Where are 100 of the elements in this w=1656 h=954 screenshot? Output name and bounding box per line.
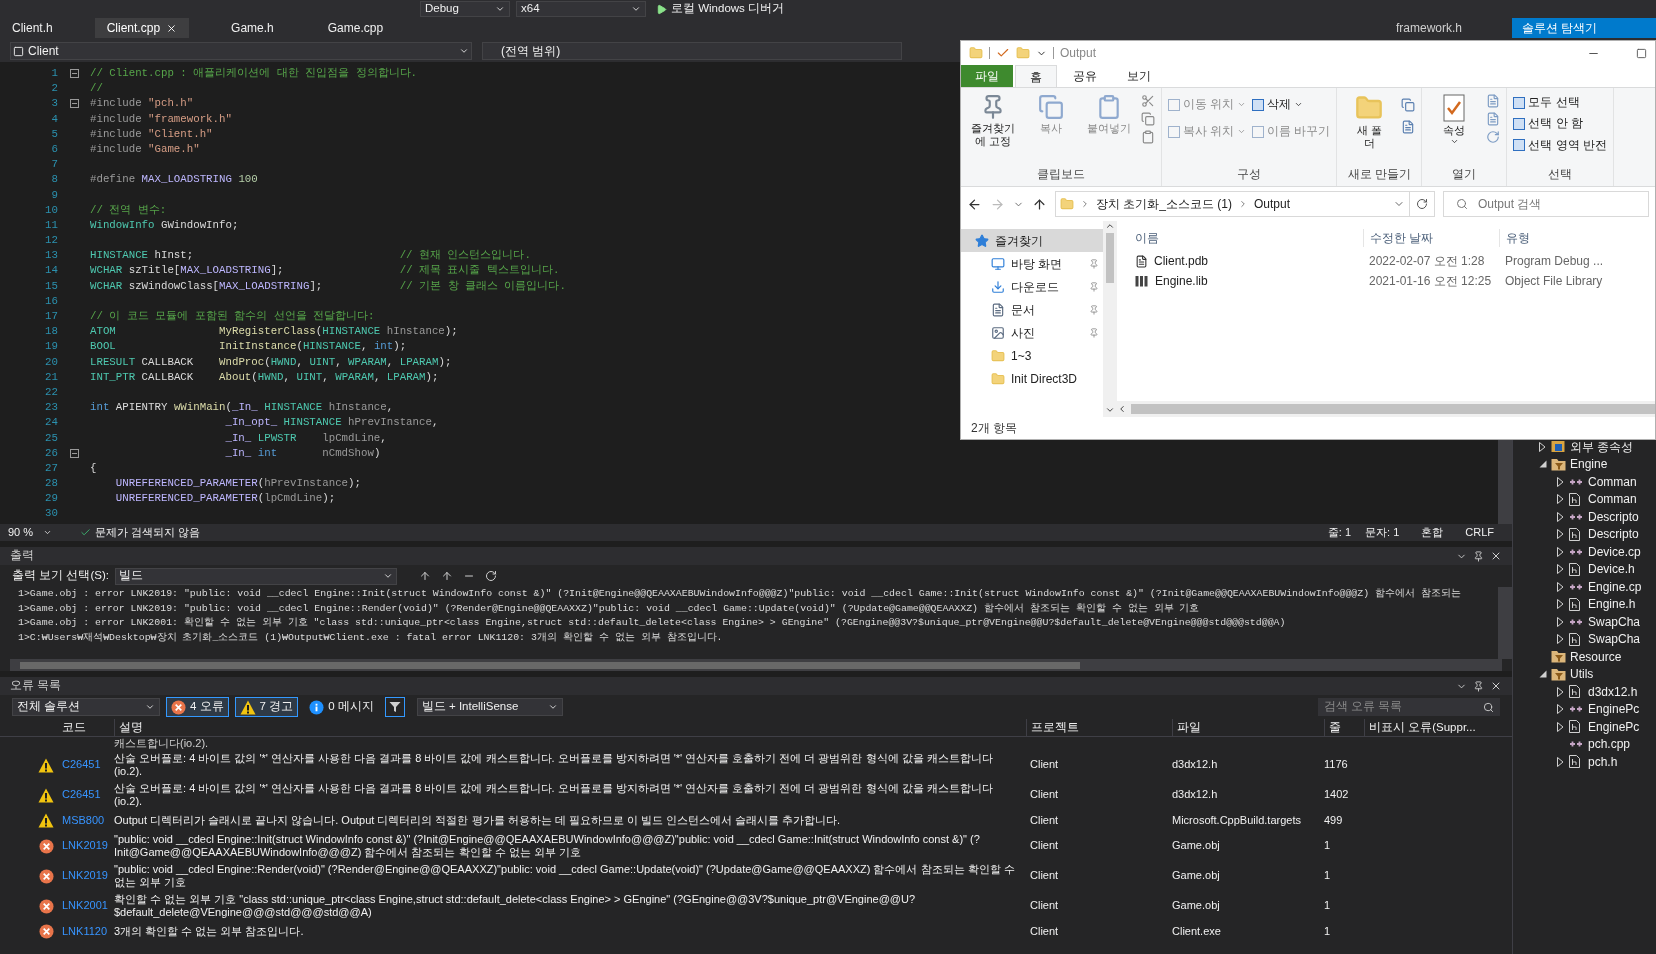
next-message-icon[interactable] — [440, 570, 453, 582]
build-filter-dropdown[interactable]: 빌드 + IntelliSense — [416, 698, 563, 716]
file-name[interactable]: Client.pdb — [1154, 252, 1209, 270]
previous-message-icon[interactable] — [418, 570, 431, 582]
tree-item[interactable]: SwapCha — [1588, 612, 1641, 631]
column-header[interactable]: 이름 — [1117, 229, 1363, 247]
properties-icon[interactable] — [996, 46, 1010, 60]
paste-shortcut-icon[interactable] — [1141, 130, 1155, 144]
expand-arrow-icon[interactable] — [1557, 564, 1564, 575]
maximize-icon[interactable] — [1636, 47, 1647, 59]
tree-item[interactable]: Engine.h — [1588, 595, 1636, 614]
address-bar[interactable]: 장치 초기화_소스코드 (1) Output — [1055, 191, 1410, 217]
scrollbar-thumb[interactable] — [1106, 233, 1114, 283]
ribbon-button[interactable]: 속성 — [1428, 94, 1481, 146]
column-header[interactable]: 파일 — [1172, 718, 1324, 737]
cut-icon[interactable] — [1141, 94, 1155, 108]
expand-arrow-icon[interactable] — [1557, 721, 1564, 732]
expand-arrow-icon[interactable] — [1557, 546, 1564, 557]
navigation-item[interactable]: Init Direct3D — [961, 367, 1103, 390]
ribbon-tab[interactable]: 보기 — [1113, 65, 1165, 87]
pin-icon[interactable] — [1473, 550, 1484, 562]
tree-item[interactable]: 외부 종속성 — [1570, 437, 1634, 456]
ribbon-tab[interactable]: 공유 — [1059, 65, 1111, 87]
navigation-item[interactable]: 즐겨찾기 — [961, 229, 1103, 252]
filter-toggle[interactable]: 0 메시지 — [304, 697, 379, 717]
editor-tab[interactable]: Client.h — [0, 18, 65, 38]
scope-dropdown[interactable]: 전체 솔루션 — [12, 698, 160, 716]
navigation-item[interactable]: 사진 — [961, 321, 1103, 344]
tree-item[interactable]: Engine — [1570, 455, 1608, 474]
navigation-item[interactable]: 다운로드 — [961, 275, 1103, 298]
tool-tab[interactable]: 솔루션 탐색기 — [1512, 18, 1656, 38]
collapse-arrow-icon[interactable] — [1539, 670, 1547, 679]
breadcrumb[interactable]: 장치 초기화_소스코드 (1) — [1096, 195, 1232, 213]
zoom-dropdown[interactable]: 90 % — [8, 524, 66, 541]
navigation-item[interactable]: 문서 — [961, 298, 1103, 321]
error-code-link[interactable]: C26451 — [62, 758, 114, 772]
close-icon[interactable] — [1490, 550, 1502, 562]
new-item-icon[interactable] — [1401, 98, 1416, 112]
issues-status[interactable]: 문제가 검색되지 않음 — [95, 524, 201, 541]
expand-arrow-icon[interactable] — [1557, 529, 1564, 540]
tree-item[interactable]: SwapCha — [1588, 630, 1641, 649]
tree-item[interactable]: Resource — [1570, 647, 1622, 666]
collapse-icon[interactable] — [69, 448, 79, 458]
column-header[interactable]: 비표시 오류(Suppr... — [1364, 718, 1476, 737]
expand-arrow-icon[interactable] — [1557, 634, 1564, 645]
expand-arrow-icon[interactable] — [1557, 686, 1564, 697]
back-icon[interactable] — [967, 196, 982, 212]
tree-item[interactable]: EnginePc — [1588, 700, 1640, 719]
column-header[interactable]: 프로젝트 — [1026, 718, 1172, 737]
column-header[interactable]: 코드 — [62, 718, 114, 737]
scrollbar-thumb[interactable] — [1131, 404, 1655, 414]
tree-item[interactable]: pch.cpp — [1588, 735, 1631, 754]
search-field[interactable]: 검색 오류 목록 — [1318, 698, 1500, 716]
column-header[interactable]: 설명 — [114, 718, 1026, 737]
project-dropdown[interactable]: Client — [10, 42, 472, 60]
error-code-link[interactable]: MSB800 — [62, 813, 114, 828]
navigation-item[interactable]: 바탕 화면 — [961, 252, 1103, 275]
filter-toggle[interactable]: 7 경고 — [234, 697, 299, 717]
scroll-down-icon[interactable] — [1105, 405, 1115, 415]
error-code-link[interactable]: LNK2001 — [62, 899, 114, 913]
tree-item[interactable]: EnginePc — [1588, 717, 1640, 736]
tree-item[interactable]: pch.h — [1588, 752, 1618, 771]
copy-path-icon[interactable] — [1141, 112, 1155, 126]
editor-tab[interactable]: Client.cpp — [94, 18, 190, 38]
open-icon[interactable] — [1486, 94, 1501, 108]
scrollbar-thumb[interactable] — [20, 661, 1080, 669]
expand-arrow-icon[interactable] — [1557, 581, 1564, 592]
filter-button[interactable] — [384, 697, 405, 717]
collapse-icon[interactable] — [69, 99, 79, 109]
ribbon-button[interactable]: 모두 선택 — [1513, 94, 1607, 112]
column-header[interactable]: 줄 — [1324, 718, 1364, 737]
expand-arrow-icon[interactable] — [1557, 756, 1564, 767]
expand-arrow-icon[interactable] — [1557, 511, 1564, 522]
platform-dropdown[interactable]: x64 — [516, 1, 646, 17]
output-source-dropdown[interactable]: 빌드 — [114, 567, 397, 585]
edit-icon[interactable] — [1486, 112, 1501, 126]
editor-tab[interactable]: Game.h — [219, 18, 286, 38]
column-header[interactable]: 수정한 날짜 — [1363, 229, 1499, 247]
search-field[interactable]: Output 검색 — [1443, 191, 1649, 217]
error-code-link[interactable]: LNK1120 — [62, 924, 114, 939]
tree-item[interactable]: Comman — [1588, 472, 1637, 491]
tree-item[interactable]: Descripto — [1588, 507, 1639, 526]
tool-tab[interactable]: framework.h — [1385, 18, 1472, 38]
close-icon[interactable] — [1490, 680, 1502, 692]
expand-arrow-icon[interactable] — [1557, 494, 1564, 505]
collapse-arrow-icon[interactable] — [1539, 460, 1547, 469]
column-header[interactable]: 유형 — [1499, 229, 1530, 247]
navigation-item[interactable]: 1~3 — [961, 344, 1103, 367]
expand-arrow-icon[interactable] — [1557, 476, 1564, 487]
pin-icon[interactable] — [1473, 680, 1484, 692]
tree-item[interactable]: Descripto — [1588, 525, 1639, 544]
filter-toggle[interactable]: 4 오류 — [166, 697, 229, 717]
scroll-left-icon[interactable] — [1117, 404, 1127, 414]
tree-item[interactable]: Utils — [1570, 665, 1594, 684]
ribbon-button[interactable]: 선택 안 함 — [1513, 115, 1607, 133]
ribbon-button[interactable]: 즐겨찾기에 고정 — [967, 94, 1019, 148]
tree-item[interactable]: Device.cp — [1588, 542, 1641, 561]
expand-arrow-icon[interactable] — [1557, 599, 1564, 610]
up-icon[interactable] — [1032, 196, 1047, 212]
editor-tab[interactable]: Game.cpp — [315, 18, 396, 38]
